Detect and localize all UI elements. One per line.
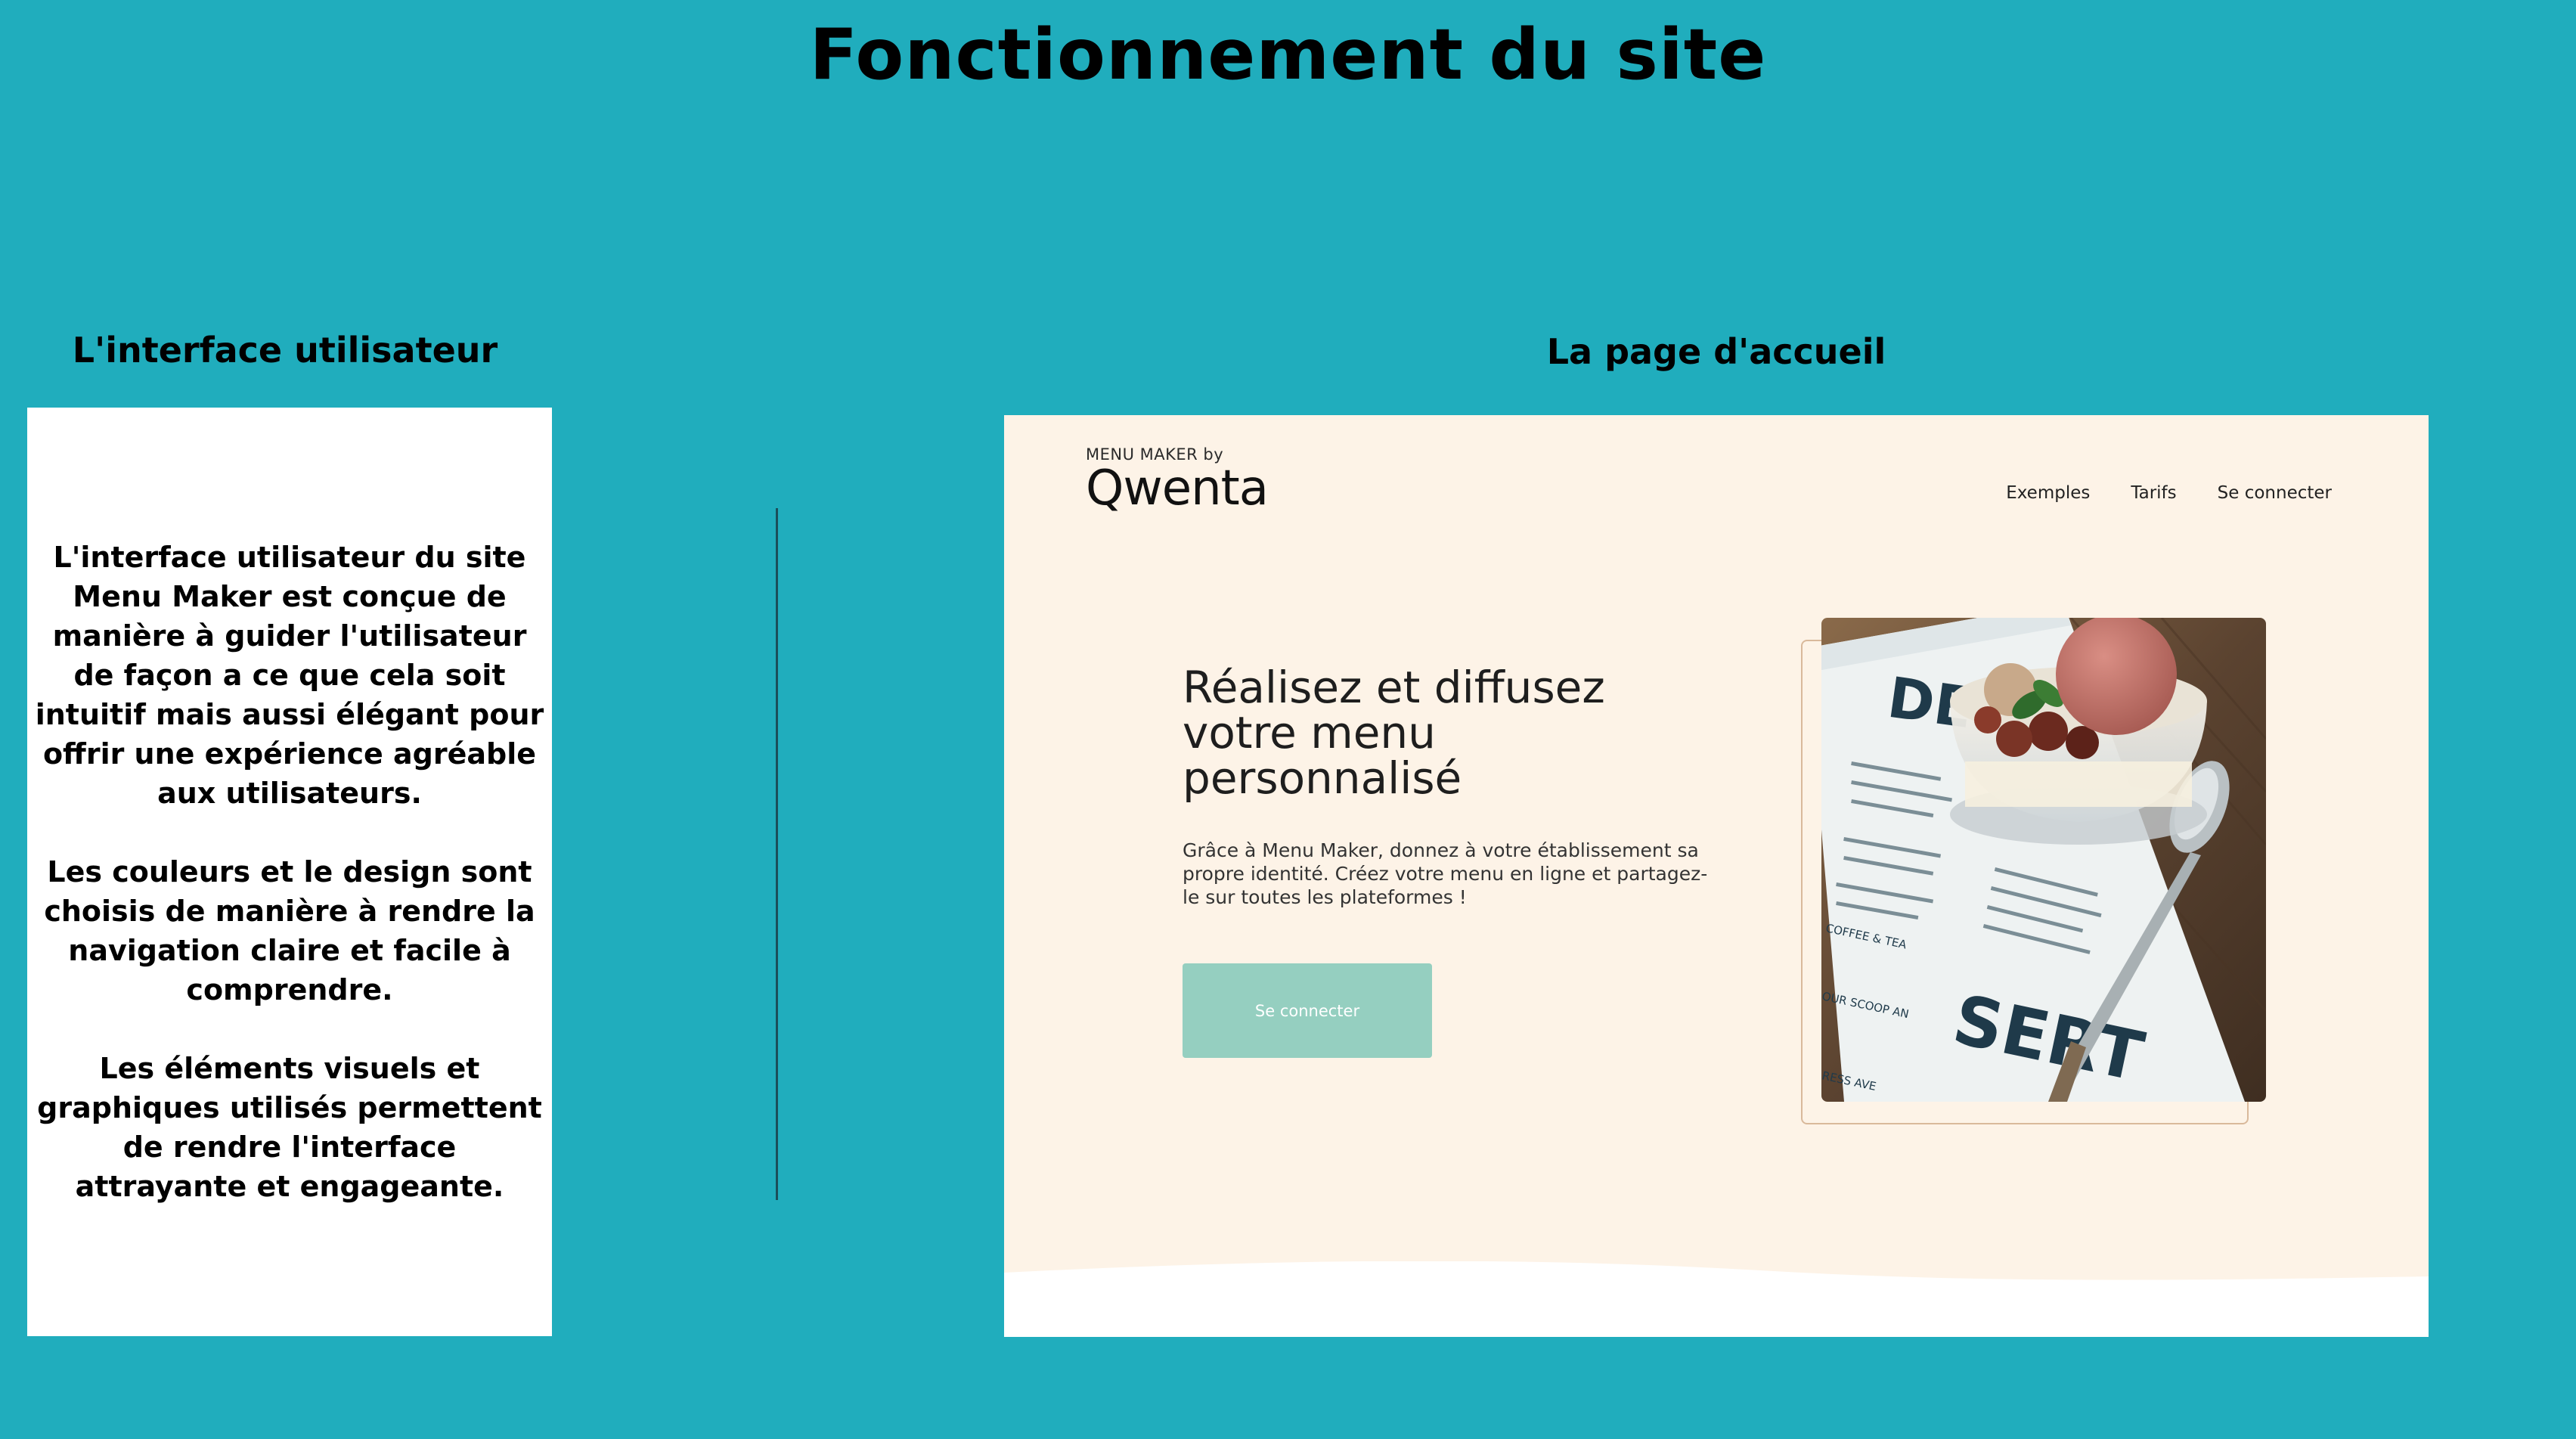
login-cta-button[interactable]: Se connecter bbox=[1183, 963, 1432, 1058]
hero-title: Réalisez et diffusez votre menu personna… bbox=[1183, 662, 1605, 804]
dessert-photo: DE SERT COFFEE & TEA OUR SCOOP AN RESS A… bbox=[1821, 618, 2266, 1102]
description-paragraph: Les éléments visuels et graphiques utili… bbox=[37, 1052, 542, 1203]
description-panel: L'interface utilisateur du site Menu Mak… bbox=[27, 408, 552, 1336]
nav-link-examples[interactable]: Exemples bbox=[2006, 483, 2090, 503]
bottom-wave bbox=[1004, 1261, 2429, 1337]
brand-logo[interactable]: MENU MAKER by Qwenta bbox=[1086, 445, 1269, 516]
ui-section-heading: L'interface utilisateur bbox=[72, 330, 498, 371]
hero-description: Grâce à Menu Maker, donnez à votre établ… bbox=[1183, 839, 1708, 908]
description-paragraph: L'interface utilisateur du site Menu Mak… bbox=[35, 541, 544, 810]
homepage-screenshot: MENU MAKER by Qwenta Exemples Tarifs Se … bbox=[1004, 415, 2429, 1337]
description-paragraph: Les couleurs et le design sont choisis d… bbox=[44, 855, 535, 1006]
slide-title: Fonctionnement du site bbox=[809, 14, 1767, 95]
homepage-section-heading: La page d'accueil bbox=[1546, 331, 1886, 372]
top-nav: Exemples Tarifs Se connecter bbox=[2006, 483, 2332, 503]
nav-link-login[interactable]: Se connecter bbox=[2218, 483, 2332, 503]
vertical-divider bbox=[776, 508, 778, 1200]
nav-link-pricing[interactable]: Tarifs bbox=[2131, 483, 2176, 503]
brand-wordmark: Qwenta bbox=[1086, 461, 1269, 516]
